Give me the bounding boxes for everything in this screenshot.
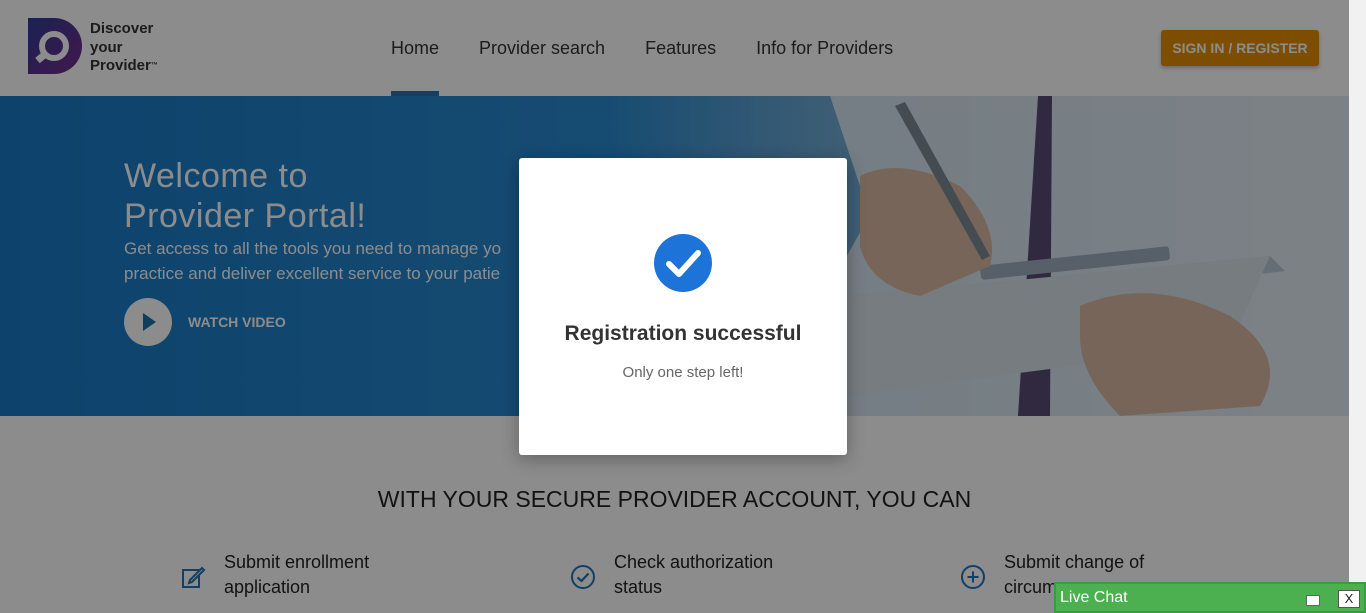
dialog-title: Registration successful	[564, 322, 802, 345]
registration-success-dialog: Registration successful Only one step le…	[519, 158, 847, 455]
minimize-chat-button[interactable]	[1306, 595, 1320, 606]
check-circle-icon	[654, 234, 712, 292]
live-chat-label: Live Chat	[1060, 589, 1128, 606]
page-scrollbar[interactable]	[1349, 0, 1366, 613]
close-chat-button[interactable]: X	[1338, 590, 1360, 608]
dialog-subtitle: Only one step left!	[622, 364, 744, 381]
live-chat-widget[interactable]: Live Chat X	[1054, 582, 1366, 613]
